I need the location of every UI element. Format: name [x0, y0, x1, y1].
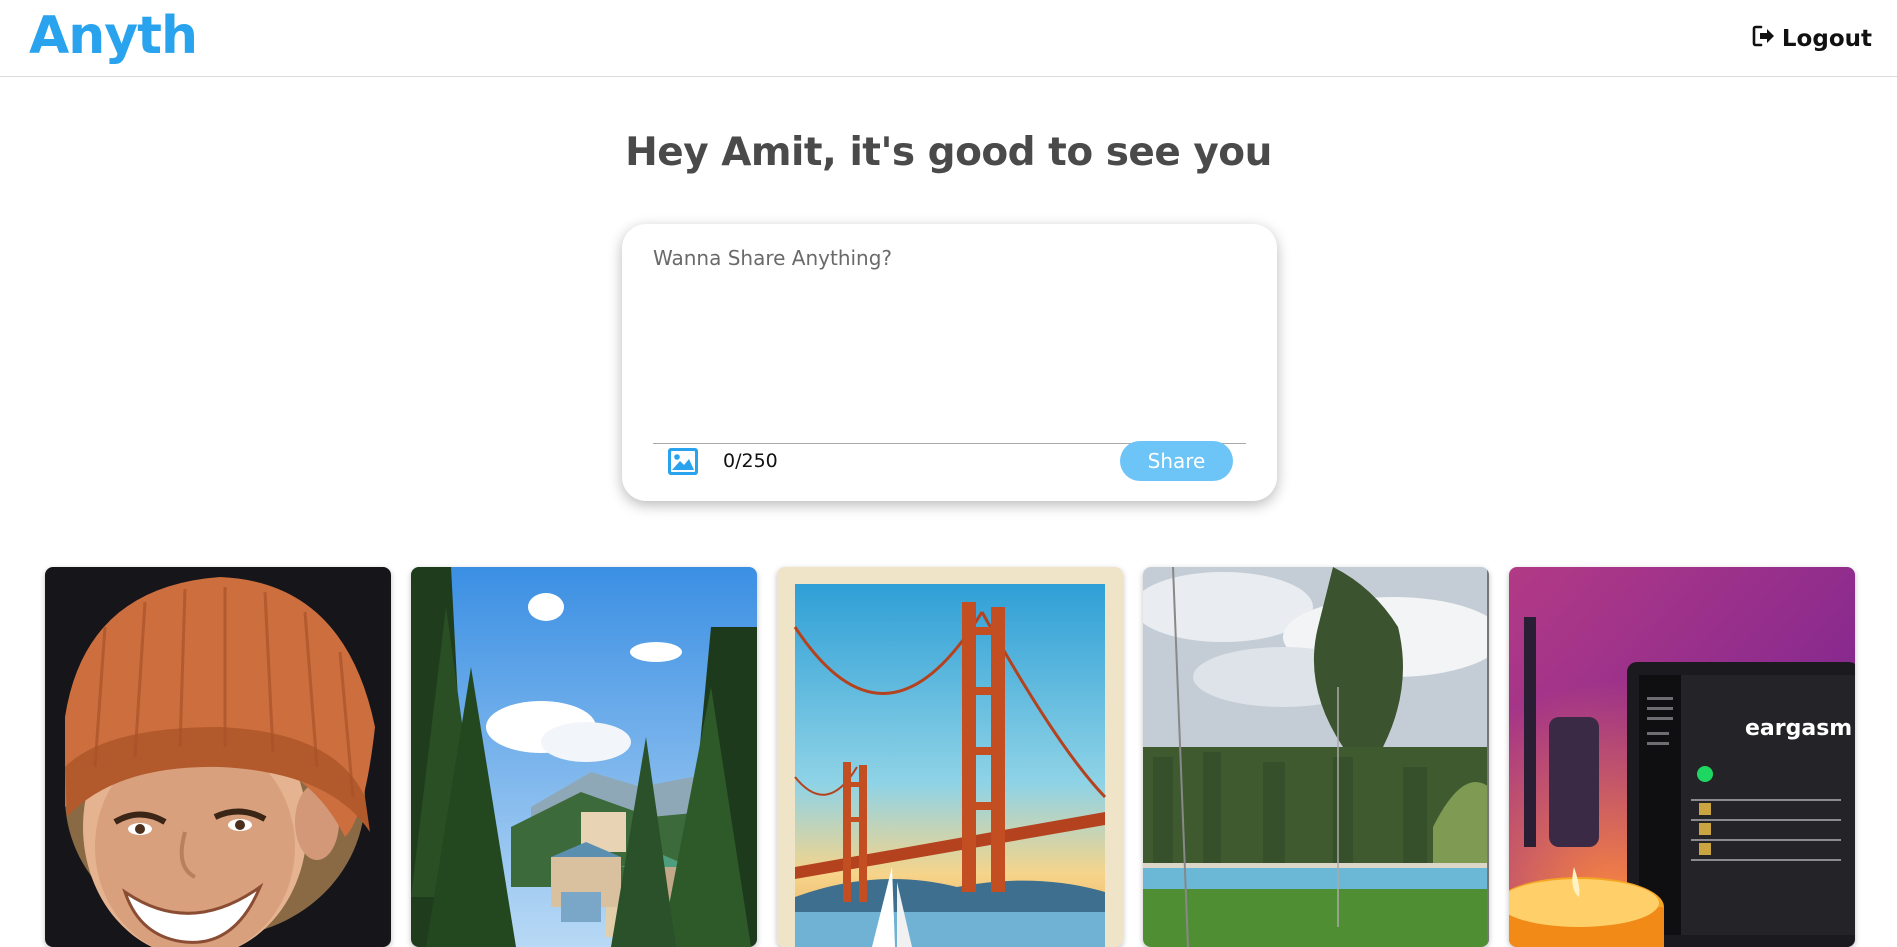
logout-icon	[1752, 25, 1776, 53]
playlist-title: eargasm	[1745, 716, 1852, 741]
greeting-heading: Hey Amit, it's good to see you	[625, 130, 1272, 175]
logout-label: Logout	[1781, 26, 1872, 52]
village-image	[411, 567, 757, 947]
post-card-garden[interactable]	[1143, 567, 1489, 947]
portrait-image	[45, 567, 391, 947]
top-nav: Anyth Logout	[0, 0, 1897, 77]
laptop-image: eargasm	[1509, 567, 1855, 947]
logout-button[interactable]: Logout	[1752, 22, 1872, 56]
garden-image	[1143, 567, 1489, 947]
post-card-village[interactable]	[411, 567, 757, 947]
bridge-image	[777, 567, 1123, 947]
post-card-laptop[interactable]: eargasm	[1509, 567, 1855, 947]
post-text-input[interactable]	[653, 246, 1246, 444]
add-image-button[interactable]	[665, 445, 701, 481]
image-icon	[668, 447, 698, 479]
share-button[interactable]: Share	[1120, 441, 1233, 481]
post-card-portrait[interactable]	[45, 567, 391, 947]
post-composer: 0/250 Share	[622, 224, 1277, 501]
post-card-bridge[interactable]	[777, 567, 1123, 947]
char-counter: 0/250	[723, 450, 778, 472]
post-grid: eargasm	[45, 567, 1855, 947]
app-logo[interactable]: Anyth	[29, 6, 198, 66]
